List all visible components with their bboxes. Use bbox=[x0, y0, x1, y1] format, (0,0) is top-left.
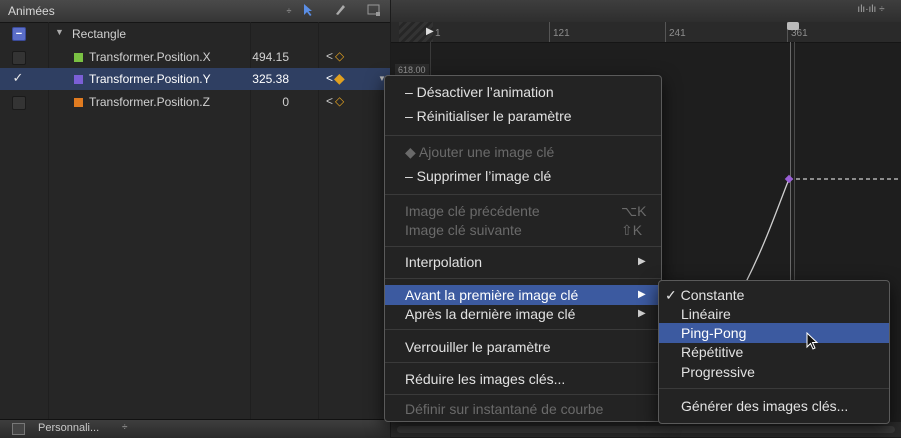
submenu-item-ping-pong[interactable]: Ping-Pong bbox=[659, 323, 889, 343]
parameter-list-header: Animées ÷ bbox=[0, 0, 390, 23]
color-swatch bbox=[74, 53, 83, 62]
submenu-arrow-icon: ▶ bbox=[638, 256, 646, 267]
row-checkbox[interactable] bbox=[12, 51, 26, 65]
ruler-tick: 121 bbox=[553, 28, 570, 39]
disclosure-triangle-icon[interactable]: ▼ bbox=[55, 27, 64, 37]
menu-item-disable-animation[interactable]: – Désactiver l’animation bbox=[385, 82, 661, 102]
stepper-icon[interactable]: ÷ bbox=[281, 3, 297, 19]
timeline-scrollbar[interactable] bbox=[391, 422, 901, 437]
group-label: Rectangle bbox=[72, 27, 127, 41]
play-range-marker[interactable] bbox=[787, 22, 799, 30]
menu-separator bbox=[385, 362, 661, 363]
menu-item-reduce-keyframes[interactable]: Réduire les images clés... bbox=[385, 369, 661, 389]
display-options-icon[interactable] bbox=[366, 3, 382, 19]
menu-separator bbox=[385, 135, 661, 136]
parameter-label: Transformer.Position.X bbox=[89, 50, 211, 64]
menu-item-set-curve-snapshot: Définir sur instantané de courbe bbox=[405, 401, 604, 417]
menu-separator bbox=[385, 194, 661, 195]
submenu-before-first-keyframe: ✓ Constante Linéaire Ping-Pong Répétitiv… bbox=[658, 280, 890, 424]
parameter-list-footer: Personnali... ÷ bbox=[0, 419, 390, 438]
submenu-item-constant[interactable]: ✓ Constante bbox=[659, 285, 889, 305]
parameter-value[interactable]: 325.38 bbox=[229, 72, 289, 86]
stepper-icon[interactable]: ÷ bbox=[122, 422, 128, 433]
menu-item-interpolation[interactable]: Interpolation ▶ bbox=[385, 252, 661, 272]
menu-separator bbox=[385, 246, 661, 247]
submenu-item-linear[interactable]: Linéaire bbox=[659, 304, 889, 324]
menu-separator bbox=[385, 329, 661, 330]
previous-keyframe-icon[interactable]: < bbox=[326, 71, 333, 85]
ruler-tick: 1 bbox=[435, 28, 441, 39]
previous-keyframe-icon[interactable]: < bbox=[326, 49, 333, 63]
menu-item-previous-keyframe: Image clé précédente ⌥K bbox=[405, 203, 647, 219]
submenu-arrow-icon: ▶ bbox=[638, 308, 646, 319]
waveform-icon[interactable]: ılı·ılı ÷ bbox=[853, 4, 889, 18]
menu-item-before-first-keyframe[interactable]: Avant la première image clé ▶ bbox=[385, 285, 661, 305]
keyframe-diamond-icon[interactable]: ◇ bbox=[335, 49, 344, 63]
arrow-tool-icon[interactable] bbox=[300, 3, 316, 19]
previous-keyframe-icon[interactable]: < bbox=[326, 94, 333, 108]
preset-icon bbox=[12, 423, 25, 435]
shortcut-label: ⇧K bbox=[621, 222, 643, 238]
submenu-arrow-icon: ▶ bbox=[638, 289, 646, 300]
timeline-header: ılı·ılı ÷ bbox=[391, 0, 901, 22]
parameter-row-position-z[interactable]: Transformer.Position.Z 0 < ◇ bbox=[0, 91, 390, 113]
parameter-label: Transformer.Position.Y bbox=[89, 72, 211, 86]
scrollbar-thumb[interactable] bbox=[397, 426, 895, 433]
menu-item-delete-keyframe[interactable]: – Supprimer l’image clé bbox=[385, 166, 661, 186]
group-checkbox[interactable]: − bbox=[12, 27, 26, 41]
parameter-value[interactable]: 494.15 bbox=[229, 50, 289, 64]
group-row-rectangle[interactable]: − ▼ Rectangle bbox=[0, 23, 390, 45]
pen-tool-icon[interactable] bbox=[332, 3, 348, 19]
row-checkbox[interactable] bbox=[12, 96, 26, 110]
parameter-row-position-x[interactable]: Transformer.Position.X 494.15 < ◇ bbox=[0, 46, 390, 68]
preset-popup[interactable]: Personnali... bbox=[38, 422, 99, 434]
menu-separator bbox=[385, 278, 661, 279]
parameter-label: Transformer.Position.Z bbox=[89, 95, 210, 109]
menu-item-next-keyframe: Image clé suivante ⇧K bbox=[405, 222, 643, 238]
submenu-item-progressive[interactable]: Progressive bbox=[659, 362, 889, 382]
parameter-row-position-y[interactable]: ✓ Transformer.Position.Y 325.38 < ◆ ▼ bbox=[0, 68, 390, 90]
menu-item-after-last-keyframe[interactable]: Après la dernière image clé ▶ bbox=[385, 304, 661, 324]
color-swatch bbox=[74, 98, 83, 107]
timeline-ruler[interactable]: ▶ 1 121 241 361 bbox=[391, 22, 901, 43]
menu-item-add-keyframe: ◆ Ajouter une image clé bbox=[405, 144, 555, 160]
parameter-value[interactable]: 0 bbox=[229, 95, 289, 109]
context-menu: – Désactiver l’animation – Réinitialiser… bbox=[384, 75, 662, 422]
ruler-mark bbox=[665, 22, 666, 42]
ruler-mark bbox=[549, 22, 550, 42]
keyframe-diamond-filled-icon[interactable]: ◆ bbox=[334, 70, 345, 87]
panel-title: Animées bbox=[8, 4, 55, 18]
shortcut-label: ⌥K bbox=[621, 203, 647, 219]
ruler-tick: 241 bbox=[669, 28, 686, 39]
submenu-item-repeat[interactable]: Répétitive bbox=[659, 342, 889, 362]
keyframe-diamond-icon[interactable]: ◇ bbox=[335, 94, 344, 108]
menu-item-lock-parameter[interactable]: Verrouiller le paramètre bbox=[385, 337, 661, 357]
playhead-icon[interactable]: ▶ bbox=[426, 26, 434, 37]
menu-item-reset-parameter[interactable]: – Réinitialiser le paramètre bbox=[385, 106, 661, 126]
menu-separator bbox=[385, 394, 661, 395]
row-checkbox[interactable]: ✓ bbox=[12, 71, 24, 84]
submenu-item-generate-keyframes[interactable]: Générer des images clés... bbox=[659, 396, 889, 416]
menu-separator bbox=[659, 388, 889, 389]
color-swatch bbox=[74, 75, 83, 84]
mouse-cursor-icon bbox=[806, 332, 819, 350]
